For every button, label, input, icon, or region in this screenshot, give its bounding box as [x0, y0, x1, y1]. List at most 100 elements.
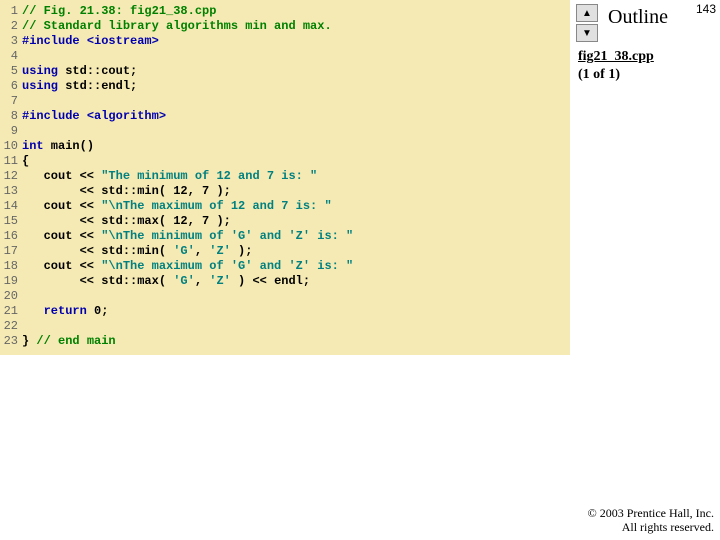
code-line: 4 [0, 49, 570, 64]
file-part: (1 of 1) [578, 66, 654, 84]
code-content [22, 319, 570, 334]
code-content: << std::min( 12, 7 ); [22, 184, 570, 199]
code-content: { [22, 154, 570, 169]
code-token: "\nThe maximum of 'G' and 'Z' is: " [101, 259, 353, 273]
code-line: 13 << std::min( 12, 7 ); [0, 184, 570, 199]
code-content: } // end main [22, 334, 570, 349]
line-number: 11 [0, 154, 22, 169]
code-token: // Fig. 21.38: fig21_38.cpp [22, 4, 216, 18]
code-content [22, 49, 570, 64]
nav-down-button[interactable]: ▼ [576, 24, 598, 42]
code-token: , [188, 214, 202, 228]
file-name: fig21_38.cpp [578, 48, 654, 66]
code-line: 3#include <iostream> [0, 34, 570, 49]
line-number: 19 [0, 274, 22, 289]
code-line: 23} // end main [0, 334, 570, 349]
code-token: <algorithm> [87, 109, 166, 123]
code-token: , [188, 184, 202, 198]
line-number: 14 [0, 199, 22, 214]
code-token: "\nThe minimum of 'G' and 'Z' is: " [101, 229, 353, 243]
code-token: 12 [173, 214, 187, 228]
code-token: <iostream> [87, 34, 159, 48]
copyright-line1: © 2003 Prentice Hall, Inc. [588, 506, 714, 520]
code-line: 19 << std::max( 'G', 'Z' ) << endl; [0, 274, 570, 289]
code-content: << std::max( 12, 7 ); [22, 214, 570, 229]
code-token: std::endl; [58, 79, 137, 93]
line-number: 5 [0, 64, 22, 79]
code-token: , [195, 274, 209, 288]
code-line: 10int main() [0, 139, 570, 154]
code-content: #include <algorithm> [22, 109, 570, 124]
code-line: 2// Standard library algorithms min and … [0, 19, 570, 34]
line-number: 21 [0, 304, 22, 319]
code-content: cout << "\nThe maximum of 12 and 7 is: " [22, 199, 570, 214]
line-number: 13 [0, 184, 22, 199]
code-content: // Fig. 21.38: fig21_38.cpp [22, 4, 570, 19]
code-content: using std::cout; [22, 64, 570, 79]
code-content: cout << "\nThe maximum of 'G' and 'Z' is… [22, 259, 570, 274]
code-token: ); [209, 214, 231, 228]
line-number: 9 [0, 124, 22, 139]
code-line: 15 << std::max( 12, 7 ); [0, 214, 570, 229]
code-content [22, 124, 570, 139]
code-token: ) << endl; [231, 274, 310, 288]
slide-number: 143 [696, 2, 716, 16]
code-content: << std::max( 'G', 'Z' ) << endl; [22, 274, 570, 289]
line-number: 1 [0, 4, 22, 19]
code-content [22, 94, 570, 109]
code-token: << std::min( [22, 184, 173, 198]
code-line: 18 cout << "\nThe maximum of 'G' and 'Z'… [0, 259, 570, 274]
line-number: 10 [0, 139, 22, 154]
code-token [22, 304, 44, 318]
arrow-down-icon: ▼ [582, 28, 592, 39]
code-token: { [22, 154, 29, 168]
code-token: ; [101, 304, 108, 318]
code-content: // Standard library algorithms min and m… [22, 19, 570, 34]
line-number: 16 [0, 229, 22, 244]
code-line: 17 << std::min( 'G', 'Z' ); [0, 244, 570, 259]
code-content: cout << "The minimum of 12 and 7 is: " [22, 169, 570, 184]
code-token: #include [22, 34, 87, 48]
code-token: cout << [22, 199, 101, 213]
outline-heading: Outline [608, 6, 668, 29]
code-line: 11{ [0, 154, 570, 169]
code-content: return 0; [22, 304, 570, 319]
line-number: 8 [0, 109, 22, 124]
code-token: , [195, 244, 209, 258]
line-number: 17 [0, 244, 22, 259]
code-panel: 1// Fig. 21.38: fig21_38.cpp2// Standard… [0, 0, 570, 355]
copyright-line2: All rights reserved. [588, 520, 714, 534]
code-line: 12 cout << "The minimum of 12 and 7 is: … [0, 169, 570, 184]
code-token: << std::max( [22, 214, 173, 228]
file-info: fig21_38.cpp (1 of 1) [578, 48, 654, 84]
slide: 1// Fig. 21.38: fig21_38.cpp2// Standard… [0, 0, 720, 540]
code-line: 20 [0, 289, 570, 304]
nav-up-button[interactable]: ▲ [576, 4, 598, 22]
code-line: 7 [0, 94, 570, 109]
code-token: "The minimum of 12 and 7 is: " [101, 169, 317, 183]
code-token: // Standard library algorithms min and m… [22, 19, 332, 33]
code-token: cout << [22, 169, 101, 183]
code-token: << std::min( [22, 244, 173, 258]
line-number: 2 [0, 19, 22, 34]
line-number: 22 [0, 319, 22, 334]
copyright: © 2003 Prentice Hall, Inc. All rights re… [588, 506, 714, 534]
line-number: 6 [0, 79, 22, 94]
code-line: 1// Fig. 21.38: fig21_38.cpp [0, 4, 570, 19]
code-token: 12 [173, 184, 187, 198]
code-token: using [22, 64, 58, 78]
code-content: using std::endl; [22, 79, 570, 94]
code-token: std::cout; [58, 64, 137, 78]
code-token: cout << [22, 259, 101, 273]
line-number: 20 [0, 289, 22, 304]
code-token: ); [231, 244, 253, 258]
code-line: 6using std::endl; [0, 79, 570, 94]
code-token: << std::max( [22, 274, 173, 288]
code-line: 5using std::cout; [0, 64, 570, 79]
code-token: int [22, 139, 44, 153]
arrow-up-icon: ▲ [582, 8, 592, 19]
code-token: 'G' [173, 274, 195, 288]
code-line: 22 [0, 319, 570, 334]
line-number: 23 [0, 334, 22, 349]
code-token [87, 304, 94, 318]
